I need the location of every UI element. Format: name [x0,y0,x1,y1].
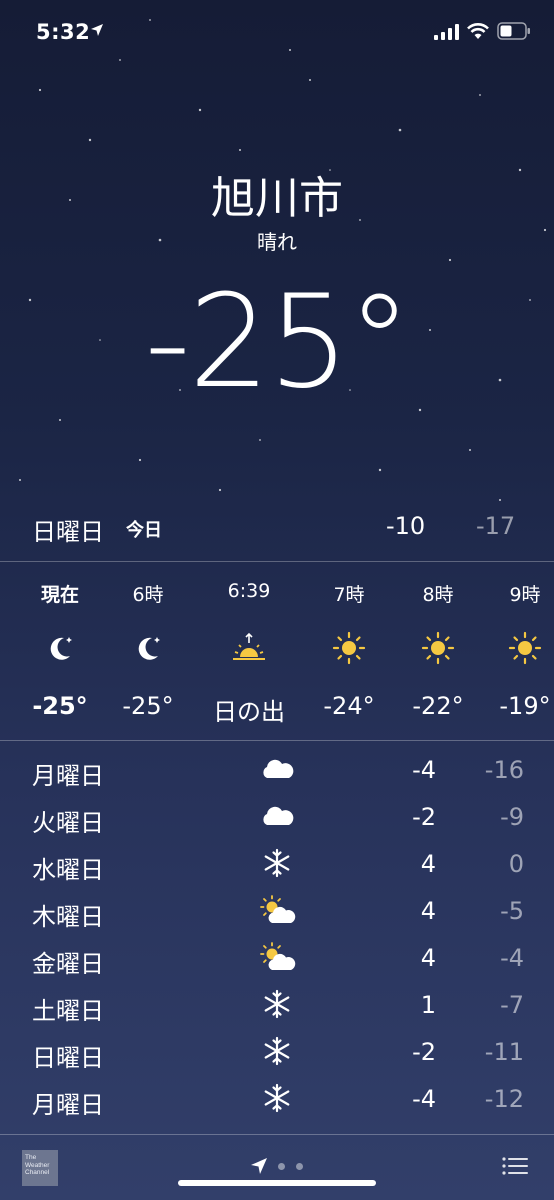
hourly-forecast[interactable]: 現在 -25° 6時 -25° 6:39 日の出 7時 -24° 8時 -22°… [0,562,554,740]
hour-temp: -24° [323,692,375,720]
day-low: 0 [508,850,524,878]
partly-cloudy-icon [260,895,296,923]
weather-channel-logo[interactable]: The Weather Channel [22,1150,58,1186]
today-summary: 日曜日 今日 -10 -17 [0,500,554,550]
partly-cloudy-icon [260,942,296,970]
divider [0,1134,554,1135]
hour-temp: -25° [32,692,88,720]
today-tag: 今日 [126,520,162,541]
page-dot[interactable] [296,1163,303,1170]
wifi-icon [467,23,489,39]
home-indicator[interactable] [178,1180,376,1186]
snowflake-icon [264,848,290,878]
sun-icon [508,631,542,665]
hourly-item: 9時 -19° [480,562,554,740]
city-name: 旭川市 [211,173,343,224]
snowflake-icon [264,989,290,1019]
city-list-icon[interactable] [502,1156,528,1176]
day-name: 金曜日 [32,950,104,978]
daily-row: 日曜日 -2 -11 [0,1028,554,1075]
daily-row: 水曜日 4 0 [0,840,554,887]
day-high: -4 [412,1085,436,1113]
daily-row: 土曜日 1 -7 [0,981,554,1028]
snowflake-icon [264,1036,290,1066]
day-name: 土曜日 [32,997,104,1025]
day-low: -7 [500,991,524,1019]
hour-label: 現在 [40,584,79,606]
hourly-item: 現在 -25° [15,562,105,740]
cellular-signal-icon [434,24,459,40]
day-low: -11 [484,1038,524,1066]
snowflake-icon [264,1083,290,1113]
today-high: -10 [386,512,426,540]
hourly-item: 8時 -22° [393,562,483,740]
status-time: 5:32 [36,20,91,44]
hour-label: 7時 [333,584,365,606]
day-high: -2 [412,803,436,831]
weather-condition: 晴れ [257,230,297,254]
hour-temp: -25° [122,692,174,720]
bottom-toolbar: The Weather Channel [0,1136,554,1200]
today-day: 日曜日 [32,518,104,546]
location-arrow-icon [91,24,103,36]
day-name: 火曜日 [32,809,104,837]
cloud-icon [263,759,294,778]
day-high: -2 [412,1038,436,1066]
hourly-item: 6時 -25° [103,562,193,740]
day-name: 木曜日 [32,903,104,931]
daily-row: 金曜日 4 -4 [0,934,554,981]
divider [0,740,554,741]
day-high: -4 [412,756,436,784]
day-name: 水曜日 [32,856,104,884]
hour-temp: 日の出 [213,698,285,726]
moon-stars-icon [138,637,160,660]
current-location-icon[interactable] [250,1157,268,1175]
day-name: 日曜日 [32,1044,104,1072]
daily-row: 月曜日 -4 -16 [0,746,554,793]
hour-label: 9時 [509,584,541,606]
daily-row: 月曜日 -4 -12 [0,1075,554,1122]
day-low: -4 [500,944,524,972]
cloud-icon [263,806,294,825]
day-name: 月曜日 [32,1091,104,1119]
hour-label: 6:39 [227,580,271,602]
sunrise-icon [233,632,265,660]
hour-label: 6時 [132,584,164,606]
current-temperature: -25° [144,268,411,417]
day-high: 4 [420,850,436,878]
status-bar: 5:32 [0,0,554,70]
hourly-item: 6:39 日の出 [190,562,308,740]
today-low: -17 [476,512,516,540]
sun-icon [421,631,455,665]
hourly-item: 7時 -24° [304,562,394,740]
day-low: -12 [484,1085,524,1113]
daily-row: 木曜日 4 -5 [0,887,554,934]
day-high: 4 [420,897,436,925]
moon-stars-icon [50,637,72,660]
day-low: -16 [484,756,524,784]
day-high: 1 [420,991,436,1019]
day-low: -9 [500,803,524,831]
hour-temp: -22° [412,692,464,720]
daily-row: 火曜日 -2 -9 [0,793,554,840]
sun-icon [332,631,366,665]
hour-temp: -19° [499,692,551,720]
day-high: 4 [420,944,436,972]
hour-label: 8時 [422,584,454,606]
page-dot[interactable] [278,1163,285,1170]
day-name: 月曜日 [32,762,104,790]
battery-icon [497,22,530,40]
day-low: -5 [500,897,524,925]
